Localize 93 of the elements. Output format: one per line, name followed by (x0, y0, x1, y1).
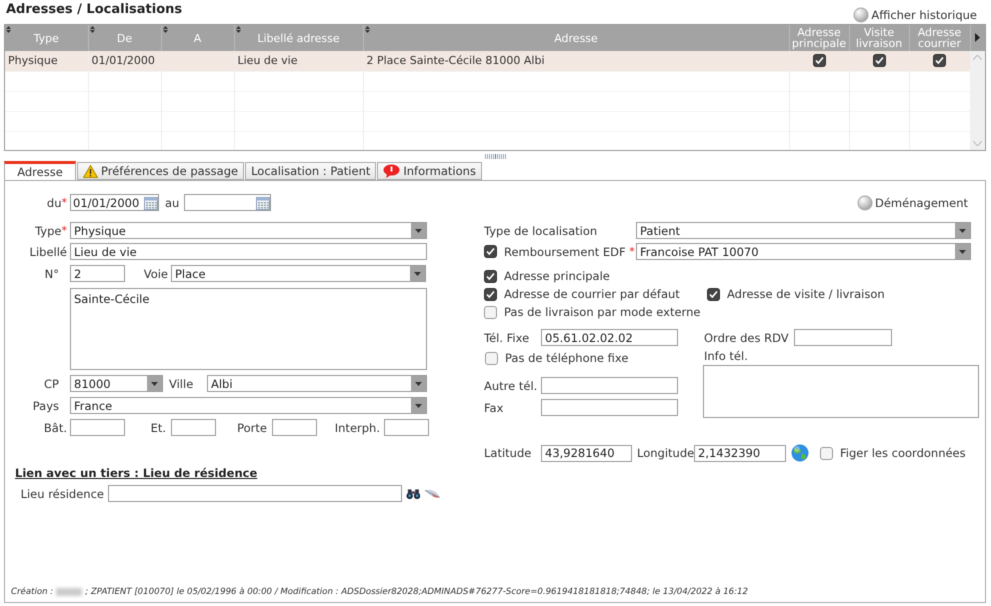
text-field[interactable] (541, 399, 678, 416)
text-field[interactable] (272, 419, 317, 436)
sort-icon[interactable] (6, 26, 11, 33)
field-label: Interph. (334, 420, 380, 434)
field-label: Latitude (484, 446, 532, 460)
field-label: du* (46, 196, 67, 210)
checkbox[interactable] (484, 245, 497, 258)
text-field[interactable]: 43,9281640 (541, 444, 632, 462)
tab[interactable]: Localisation : Patient (245, 162, 376, 180)
field-label: Lieu résidence (20, 486, 104, 500)
section-title: Lien avec un tiers : Lieu de résidence (15, 466, 258, 480)
field-label: Type* (34, 224, 67, 238)
calendar-icon[interactable] (144, 196, 158, 210)
checkbox-label: Adresse principale (504, 269, 610, 283)
checkbox[interactable] (707, 288, 720, 300)
text-field[interactable] (794, 329, 892, 346)
column-menu-icon[interactable] (975, 32, 980, 42)
binoculars-icon[interactable] (406, 488, 420, 500)
checkbox[interactable] (933, 54, 946, 67)
text-field[interactable] (541, 377, 678, 394)
footer-text: ; ZPATIENT [010070] le 05/02/1996 à 00:00 / Modification : ADSDossier82028;ADMINADS#76277-Score=0.9619418181818;74848; le 13/04/2022 à 16:12 (85, 587, 748, 597)
checkbox-label: Pas de téléphone fixe (505, 351, 628, 365)
field-label: Libellé (28, 244, 67, 258)
dropdown[interactable]: Francoise PAT 10070 (636, 243, 971, 260)
history-button[interactable]: Afficher historique (853, 7, 977, 23)
field-label: Porte (236, 420, 267, 434)
field-label: Longitude (637, 446, 694, 460)
page-title: Adresses / Localisations (6, 2, 182, 17)
tab[interactable]: Adresse (4, 161, 76, 180)
checkbox[interactable] (820, 446, 833, 460)
scrollbar[interactable] (970, 51, 985, 150)
field-label: Fax (484, 400, 504, 414)
text-field[interactable] (70, 419, 125, 436)
splitter-handle-icon[interactable] (484, 154, 506, 158)
text-field[interactable] (171, 419, 216, 436)
dropdown[interactable]: France (70, 397, 427, 414)
calendar-icon[interactable] (256, 196, 270, 210)
field-label: Ordre des RDV (704, 330, 789, 344)
checkbox-label: Adresse de visite / livraison (727, 287, 885, 301)
field-label: Et. (150, 420, 166, 434)
text-area[interactable] (703, 365, 979, 418)
field-label: Info tél. (704, 349, 749, 363)
footer-text: Création : (11, 587, 54, 597)
table-cell: 2 Place Sainte-Cécile 81000 Albi (363, 51, 789, 71)
round-icon (857, 194, 873, 210)
warning-icon (83, 164, 98, 178)
checkbox[interactable] (484, 288, 497, 300)
field-label: Pays (32, 398, 59, 412)
checkbox-label: Pas de livraison par mode externe (504, 305, 700, 319)
scroll-down-icon[interactable] (973, 141, 982, 146)
speech-bubble-icon (383, 164, 400, 178)
table-cell: 01/01/2000 (88, 51, 161, 71)
text-field[interactable]: 2,1432390 (694, 444, 786, 462)
checkbox[interactable] (872, 54, 886, 67)
dropdown[interactable]: Physique (70, 222, 427, 239)
field-label: Type de localisation (484, 224, 598, 238)
dropdown[interactable]: Patient (636, 222, 971, 239)
text-field[interactable]: Lieu de vie (70, 243, 427, 260)
feather-icon[interactable] (424, 488, 442, 500)
text-field[interactable]: 2 (70, 265, 125, 282)
checkbox-label: Adresse de courrier par défaut (504, 287, 681, 301)
checkbox[interactable] (812, 54, 826, 67)
field-label: CP (43, 376, 59, 390)
globe-icon[interactable] (791, 444, 809, 462)
field-label: Remboursement EDF * (504, 244, 636, 258)
field-label: Autre tél. (484, 378, 538, 392)
field-label: au (165, 196, 180, 210)
tab[interactable]: Préférences de passage (77, 162, 244, 180)
field-label: Tél. Fixe (484, 330, 530, 344)
dropdown[interactable]: Place (171, 265, 426, 282)
street-field[interactable]: Sainte-Cécile (70, 288, 427, 370)
checkbox[interactable] (485, 352, 498, 364)
dropdown[interactable]: 81000 (70, 375, 163, 392)
field-label: Ville (169, 376, 194, 390)
table-cell: Physique (5, 51, 88, 71)
round-icon (853, 7, 870, 23)
tab[interactable]: Informations (377, 162, 482, 180)
text-field[interactable] (384, 419, 429, 436)
checkbox[interactable] (484, 270, 497, 282)
move-button[interactable]: Déménagement (857, 194, 968, 210)
dropdown[interactable]: Albi (207, 375, 427, 392)
checkbox[interactable] (484, 306, 497, 318)
field-label: Bât. (42, 420, 67, 434)
field-label: Voie (142, 266, 168, 280)
redacted-text (56, 588, 82, 596)
scroll-up-icon[interactable] (973, 55, 982, 60)
text-field[interactable] (108, 485, 402, 502)
field-label: N° (44, 266, 59, 280)
date-field[interactable]: 01/01/2000 (70, 194, 159, 211)
checkbox-label: Figer les coordonnées (840, 446, 966, 460)
table-cell: Lieu de vie (234, 51, 363, 71)
text-field[interactable]: 05.61.02.02.02 (541, 329, 678, 346)
date-field[interactable] (184, 194, 271, 211)
